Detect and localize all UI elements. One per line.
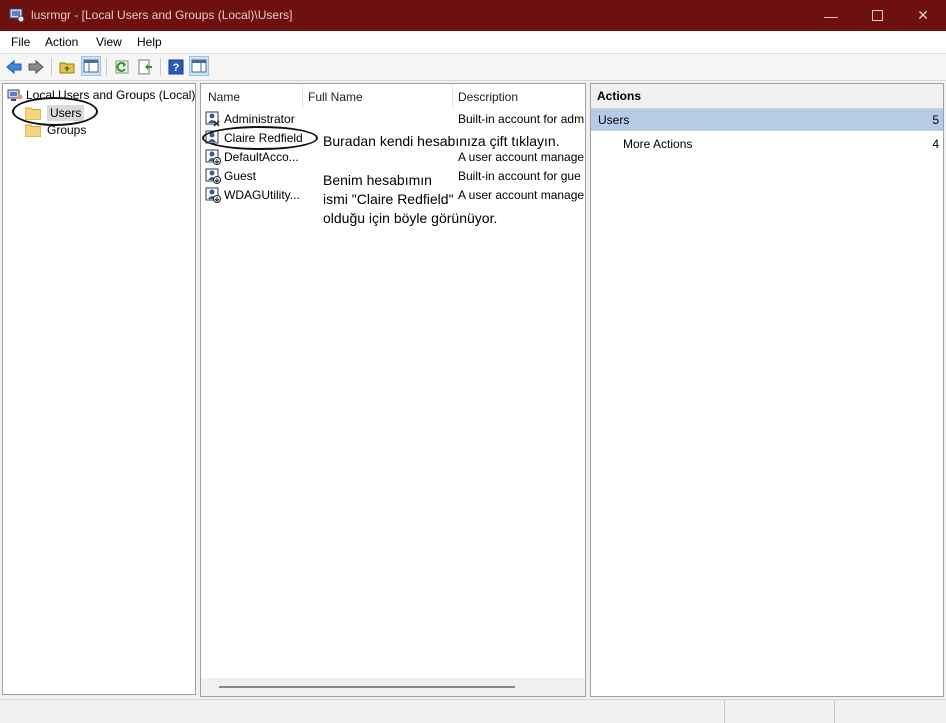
title-bar[interactable]: lusrmgr - [Local Users and Groups (Local… <box>0 0 946 31</box>
more-actions-count: 4 <box>932 137 939 151</box>
menu-bar: File Action View Help <box>0 31 946 54</box>
menu-action[interactable]: Action <box>45 35 78 49</box>
more-actions-label: More Actions <box>623 137 693 151</box>
mmc-window: lusrmgr - [Local Users and Groups (Local… <box>0 0 946 723</box>
column-separator[interactable] <box>302 86 303 108</box>
svg-text:?: ? <box>173 62 180 74</box>
maximize-icon <box>871 10 883 21</box>
help-button[interactable]: ? <box>167 58 185 76</box>
minimize-button[interactable]: — <box>808 0 854 31</box>
up-one-level-button[interactable] <box>58 58 76 76</box>
folder-icon <box>25 124 41 137</box>
column-header-full-name[interactable]: Full Name <box>308 90 363 104</box>
back-button[interactable] <box>5 58 23 76</box>
help-icon: ? <box>168 59 184 75</box>
console-tree: Local Users and Groups (Local) Users Gro… <box>2 83 196 695</box>
toolbar-separator <box>51 58 52 76</box>
window-title: lusrmgr - [Local Users and Groups (Local… <box>31 8 293 22</box>
column-separator[interactable] <box>452 86 453 108</box>
toolbar-separator <box>160 58 161 76</box>
user-name: Guest <box>224 169 257 183</box>
annotation-note-line3: olduğu için böyle görünüyor. <box>323 210 498 226</box>
user-row-guest[interactable]: Guest <box>205 167 256 185</box>
show-hide-action-pane-icon <box>191 59 207 73</box>
user-description: Built-in account for adm <box>458 112 585 126</box>
horizontal-scrollbar[interactable] <box>201 678 585 696</box>
actions-section-count: 5 <box>932 113 939 127</box>
annotation-note-double-click: Buradan kendi hesabınıza çift tıklayın. <box>323 133 560 149</box>
actions-section-users[interactable]: Users 5 <box>591 109 943 131</box>
user-description: A user account manage <box>458 188 585 202</box>
menu-view[interactable]: View <box>96 35 122 49</box>
annotation-note-line1: Benim hesabımın <box>323 172 432 188</box>
user-row-defaultaccount[interactable]: DefaultAcco... <box>205 148 299 166</box>
back-icon <box>6 59 22 75</box>
annotation-note-line2: ismi "Claire Redfield" <box>323 191 454 207</box>
user-account-disabled-icon <box>205 187 221 203</box>
close-icon: ✕ <box>917 7 929 23</box>
export-list-button[interactable] <box>136 58 154 76</box>
forward-button[interactable] <box>27 58 45 76</box>
user-account-disabled-icon <box>205 168 221 184</box>
computer-management-icon <box>9 7 25 23</box>
scrollbar-thumb[interactable] <box>219 686 515 688</box>
annotation-circle-users <box>12 97 98 126</box>
minimize-icon: — <box>824 7 838 24</box>
toolbar: ? <box>0 54 946 81</box>
user-name: DefaultAcco... <box>224 150 299 164</box>
actions-header-label: Actions <box>597 89 642 103</box>
actions-pane: Actions Users 5 More Actions 4 <box>590 83 944 697</box>
menu-file[interactable]: File <box>11 35 30 49</box>
refresh-icon <box>115 60 129 74</box>
status-separator <box>834 700 835 723</box>
user-account-disabled-icon <box>205 149 221 165</box>
status-bar <box>0 699 946 723</box>
toolbar-separator <box>106 58 107 76</box>
user-description: A user account manage <box>458 150 585 164</box>
column-header-name[interactable]: Name <box>208 90 240 104</box>
actions-section-label: Users <box>598 113 630 127</box>
status-separator <box>724 700 725 723</box>
user-name: Administrator <box>224 112 295 126</box>
menu-help[interactable]: Help <box>137 35 162 49</box>
actions-header: Actions <box>591 84 943 109</box>
close-button[interactable]: ✕ <box>900 0 946 31</box>
show-hide-action-pane-button[interactable] <box>189 56 209 76</box>
export-list-icon <box>138 59 152 75</box>
annotation-circle-claire <box>202 126 318 150</box>
user-row-wdagutilityaccount[interactable]: WDAGUtility... <box>205 186 300 204</box>
show-hide-console-tree-button[interactable] <box>81 56 101 76</box>
users-list-pane: Name Full Name Description Administrator… <box>200 83 586 697</box>
up-folder-icon <box>59 62 75 74</box>
column-header-description[interactable]: Description <box>458 90 518 104</box>
maximize-button[interactable] <box>854 0 900 31</box>
user-account-icon <box>205 111 220 127</box>
user-description: Built-in account for gue <box>458 169 581 183</box>
user-name: WDAGUtility... <box>224 188 300 202</box>
forward-icon <box>28 59 44 75</box>
show-hide-tree-icon <box>83 59 99 73</box>
refresh-button[interactable] <box>113 58 131 76</box>
computer-users-icon <box>7 89 23 101</box>
more-actions-item[interactable]: More Actions 4 <box>591 134 943 156</box>
